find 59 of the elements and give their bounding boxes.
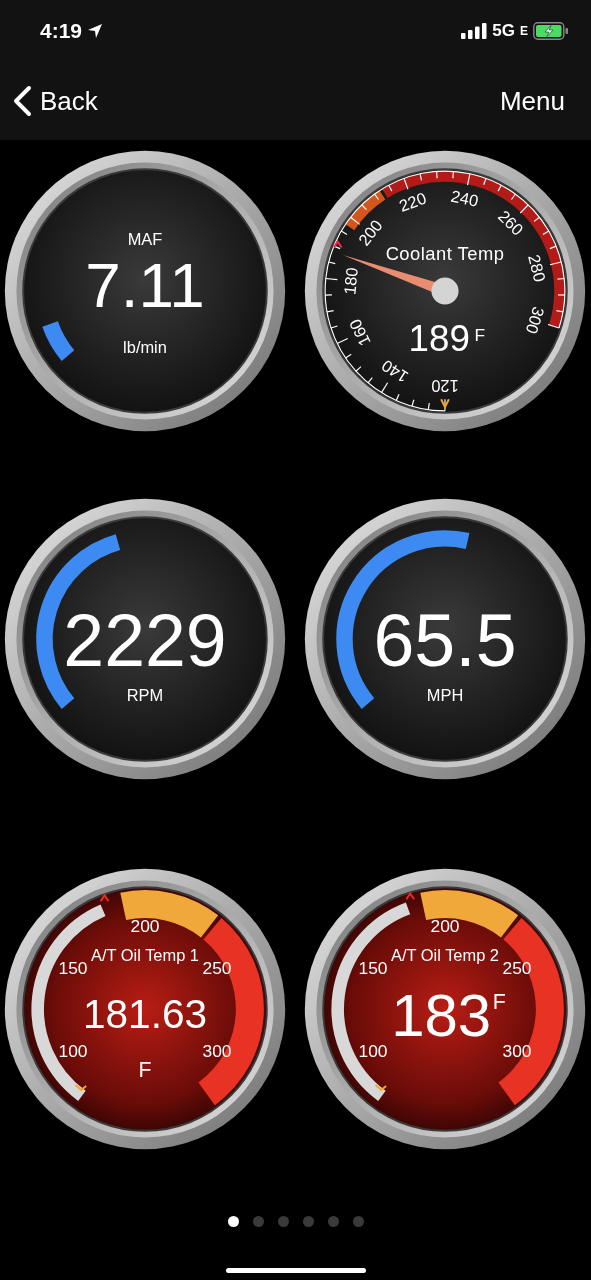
gauge-unit: F (138, 1057, 152, 1082)
scale-label: 200 (430, 915, 460, 936)
status-time: 4:19 (40, 19, 83, 43)
level-arc (42, 321, 75, 361)
menu-button[interactable]: Menu (499, 85, 565, 117)
scale-label: 150 (358, 958, 388, 979)
gauge-value: 189 (408, 317, 470, 359)
gauge-unit: F (492, 990, 506, 1014)
scale-label: 200 (354, 216, 386, 249)
gauge-unit: lb/min (123, 337, 167, 356)
gauge-value: 2229 (63, 599, 227, 683)
scale-label: 180 (340, 266, 361, 296)
peak-marker (99, 893, 110, 903)
back-button[interactable]: Back (12, 85, 98, 117)
scale-label: 250 (502, 958, 532, 979)
scale-label: 260 (494, 206, 528, 239)
gauge-unit: MPH (426, 685, 464, 704)
scale-label: 300 (202, 1041, 232, 1062)
scale-label: 100 (58, 1041, 88, 1062)
signal-icon (461, 23, 488, 39)
gauge-title: Coolant Temp (385, 243, 505, 265)
scale-label: 160 (345, 316, 374, 349)
gauge-value: 7.11 (85, 249, 205, 322)
scale-label: 300 (502, 1041, 532, 1062)
gauge-value: 181.63 (82, 991, 208, 1038)
min-marker (440, 398, 450, 410)
needle-hub (431, 277, 459, 305)
network-suffix: E (520, 24, 528, 38)
peak-marker (332, 239, 343, 249)
gauge-unit: F (474, 325, 486, 346)
scale-label: 240 (449, 186, 480, 210)
peak-marker (405, 891, 416, 901)
network-label: 5G (492, 21, 515, 41)
page-dot[interactable] (352, 1216, 364, 1227)
location-arrow-icon (87, 23, 104, 39)
scale-label: 220 (396, 188, 429, 215)
page-dot[interactable] (277, 1216, 289, 1227)
min-marker (374, 1084, 388, 1092)
scale-label: 120 (431, 376, 459, 395)
scale-label: 280 (525, 252, 550, 284)
scale-label: 300 (522, 304, 549, 337)
scale-label: 200 (130, 915, 160, 936)
scale-label: 150 (58, 958, 88, 979)
gauge-title: A/T Oil Temp 1 (91, 945, 199, 964)
gauge-value: 65.5 (373, 599, 517, 683)
gauge-title: A/T Oil Temp 2 (391, 945, 499, 964)
scale-label: 100 (358, 1041, 388, 1062)
min-marker (74, 1084, 88, 1092)
battery-charging-icon (533, 22, 569, 40)
chevron-left-icon (12, 85, 32, 117)
page-dot[interactable] (252, 1216, 264, 1227)
scale-label: 140 (378, 356, 412, 387)
page-dot[interactable] (302, 1216, 314, 1227)
scale-label: 250 (202, 958, 232, 979)
gauge-title: MAF (127, 229, 163, 248)
page-dot[interactable] (327, 1216, 339, 1227)
gauge-unit: RPM (126, 685, 164, 704)
page-dot[interactable] (227, 1216, 239, 1227)
gauge-value: 183 (391, 982, 492, 1050)
